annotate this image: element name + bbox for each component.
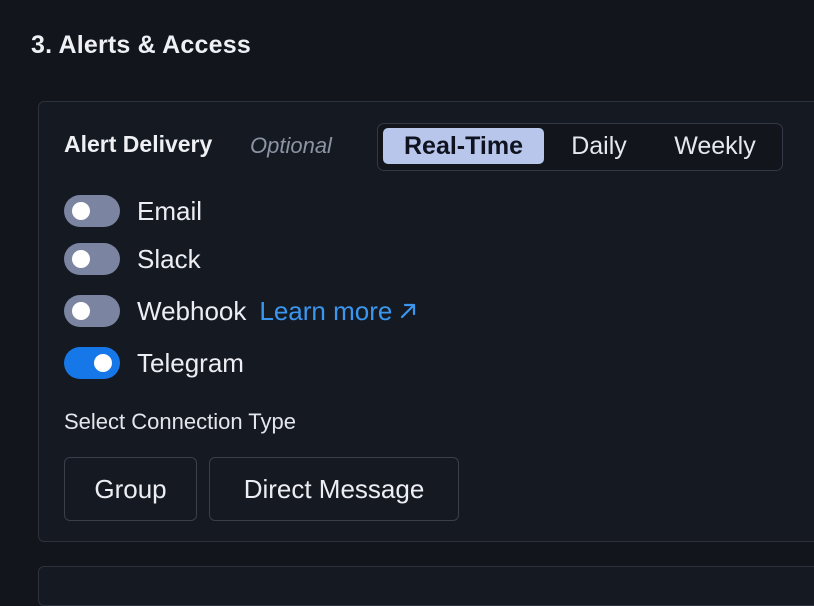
slack-label: Slack bbox=[137, 243, 201, 274]
optional-label: Optional bbox=[250, 133, 332, 158]
webhook-toggle[interactable] bbox=[64, 295, 120, 327]
email-toggle[interactable] bbox=[64, 195, 120, 227]
channel-row-slack: Slack bbox=[64, 243, 201, 275]
webhook-label: Webhook bbox=[137, 295, 247, 326]
slack-toggle[interactable] bbox=[64, 243, 120, 275]
toggle-knob bbox=[72, 250, 90, 268]
next-card bbox=[38, 566, 814, 606]
toggle-knob bbox=[94, 354, 112, 372]
frequency-option-daily[interactable]: Daily bbox=[552, 128, 646, 164]
group-button[interactable]: Group bbox=[64, 457, 197, 521]
telegram-toggle[interactable] bbox=[64, 347, 120, 379]
telegram-label: Telegram bbox=[137, 347, 244, 378]
learn-more-link[interactable]: Learn more bbox=[259, 296, 417, 327]
channel-row-email: Email bbox=[64, 195, 202, 227]
channel-row-webhook: Webhook Learn more bbox=[64, 295, 417, 327]
channel-row-telegram: Telegram bbox=[64, 347, 244, 379]
direct-message-button[interactable]: Direct Message bbox=[209, 457, 459, 521]
frequency-option-real-time[interactable]: Real-Time bbox=[383, 128, 544, 164]
frequency-option-weekly[interactable]: Weekly bbox=[654, 128, 776, 164]
arrow-up-right-icon bbox=[401, 303, 416, 319]
connection-type-label: Select Connection Type bbox=[64, 409, 296, 434]
learn-more-text: Learn more bbox=[259, 295, 393, 326]
frequency-segmented-control: Real-Time Daily Weekly bbox=[377, 123, 783, 171]
alert-delivery-label: Alert Delivery bbox=[64, 131, 213, 157]
toggle-knob bbox=[72, 302, 90, 320]
email-label: Email bbox=[137, 195, 203, 226]
section-title: 3. Alerts & Access bbox=[31, 31, 251, 59]
toggle-knob bbox=[72, 202, 90, 220]
